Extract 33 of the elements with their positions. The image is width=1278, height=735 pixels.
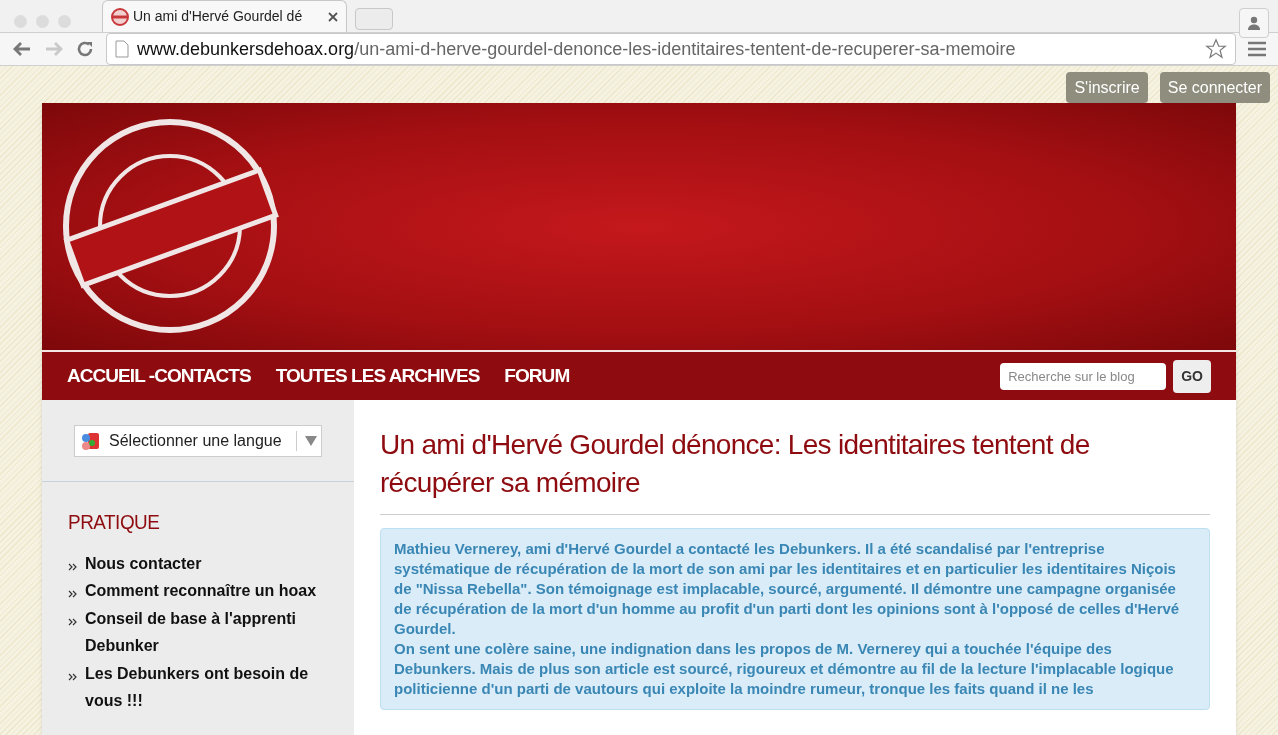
url-text: www.debunkersdehoax.org/un-ami-d-herve-gourdel-denonce-les-identitaires-tentent-de-recuperer-sa-memoire — [137, 37, 1017, 61]
star-icon[interactable] — [1205, 38, 1227, 60]
nav-link[interactable]: TOUTES LES ARCHIVES — [275, 361, 480, 391]
tab-title: Un ami d'Hervé Gourdel dé — [133, 7, 304, 26]
article-title: Un ami d'Hervé Gourdel dénonce: Les identitaires tentent de récupérer sa mémoire — [380, 426, 1210, 515]
double-chevron-icon — [68, 617, 77, 626]
language-select-label: Sélectionner une langue — [109, 430, 283, 451]
double-chevron-icon — [68, 562, 77, 571]
double-chevron-icon — [68, 672, 77, 681]
browser-tab[interactable]: Un ami d'Hervé Gourdel dé — [102, 0, 347, 32]
sidebar-section-title: PRATIQUE — [68, 509, 161, 535]
menu-icon[interactable] — [1248, 41, 1266, 57]
profile-button[interactable] — [1239, 8, 1269, 38]
page-icon — [115, 40, 129, 58]
address-bar[interactable]: www.debunkersdehoax.org/un-ami-d-herve-gourdel-denonce-les-identitaires-tentent-de-recuperer-sa-memoire — [106, 33, 1236, 65]
summary-paragraph: On sent une colère saine, une indignation dans les propos de M. Vernerey qui a touchée l'équipe des Debunkers. Mais de plus son article est sourcé, rigoureux et démontre au fil de la lecture l'implacable logique politicienne d'un parti de vautours qui exploite la moindre rumeur, tronque les faits quand il ne les — [394, 639, 1175, 699]
summary-paragraph: Mathieu Vernerey, ami d'Hervé Gourdel a contacté les Debunkers. Il a été scandalisé par l'entreprise systématique de récupération de la mort de son ami par les identitaires et en particulier les identitaires Niçois de "Nissa Rebella". Son témoignage est implacable, sourcé, argumenté. Il démontre une campagne organisée de récupération de la mort d'un homme au profit d'un parti dont les opinions sont à l'opposé de celles d'Hervé Gourdel. — [394, 539, 1181, 639]
back-arrow-icon[interactable] — [12, 41, 32, 57]
go-button[interactable]: GO — [1173, 359, 1211, 393]
nav-link[interactable]: ACCUEIL -CONTACTS — [67, 361, 251, 391]
dropdown-caret-icon — [305, 435, 317, 446]
sidebar-link[interactable]: Comment reconnaître un hoax — [85, 577, 317, 605]
search-field[interactable]: Recherche sur le blog — [1000, 362, 1167, 390]
nav-link[interactable]: FORUM — [504, 361, 570, 391]
double-chevron-icon — [68, 590, 77, 598]
person-icon — [1246, 15, 1262, 31]
sidebar-link[interactable]: Nous contacter — [85, 549, 202, 577]
reload-icon[interactable] — [76, 40, 94, 58]
sidebar-link[interactable]: Les Debunkers ont besoin de vous !!! — [85, 659, 318, 715]
site-logo-icon — [111, 7, 129, 26]
tab-close-icon[interactable] — [328, 11, 338, 22]
sidebar-link[interactable]: Conseil de base à l'apprenti Debunker — [85, 604, 318, 660]
language-select[interactable]: Sélectionner une langue — [74, 424, 322, 457]
